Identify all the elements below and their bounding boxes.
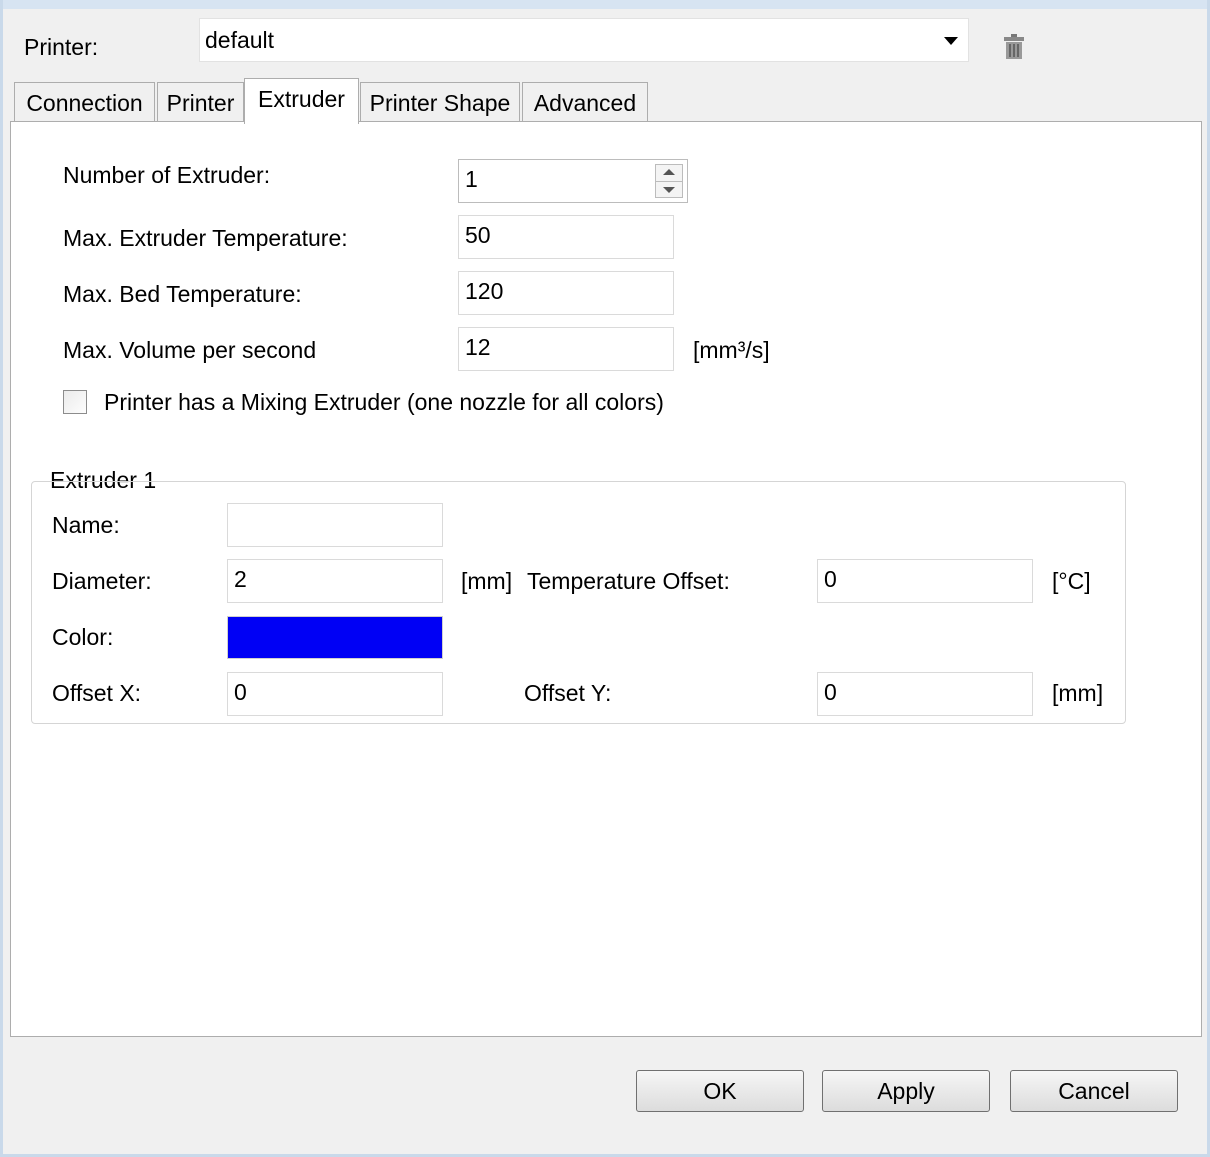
tab-advanced[interactable]: Advanced	[522, 82, 648, 122]
offset-y-label: Offset Y:	[524, 680, 612, 706]
trash-icon[interactable]	[1003, 33, 1025, 61]
max-volume-unit: [mm³/s]	[693, 337, 770, 363]
max-volume-value: 12	[465, 334, 491, 360]
offset-y-value: 0	[824, 679, 837, 705]
diameter-label: Diameter:	[52, 568, 152, 594]
number-of-extruder-stepper[interactable]: 1	[458, 159, 688, 203]
ok-button[interactable]: OK	[636, 1070, 804, 1112]
mixing-extruder-label[interactable]: Printer has a Mixing Extruder (one nozzl…	[104, 389, 664, 416]
max-volume-label: Max. Volume per second	[63, 337, 317, 363]
number-of-extruder-value: 1	[465, 166, 478, 192]
printer-select-value: default	[205, 27, 275, 53]
window-frame-left	[0, 0, 3, 1157]
tab-printer-shape[interactable]: Printer Shape	[360, 82, 520, 122]
max-extruder-temp-label: Max. Extruder Temperature:	[63, 225, 348, 251]
color-swatch-button[interactable]	[227, 616, 443, 659]
offset-x-value: 0	[234, 679, 247, 705]
color-label: Color:	[52, 624, 114, 650]
cancel-button[interactable]: Cancel	[1010, 1070, 1178, 1112]
temperature-offset-unit: [°C]	[1052, 568, 1091, 594]
max-bed-temp-value: 120	[465, 278, 504, 304]
diameter-value: 2	[234, 566, 247, 592]
number-of-extruder-label: Number of Extruder:	[63, 162, 271, 188]
printer-select[interactable]: default	[199, 18, 969, 62]
offset-x-input[interactable]: 0	[227, 672, 443, 716]
name-label: Name:	[52, 512, 120, 538]
max-extruder-temp-value: 50	[465, 222, 491, 248]
max-bed-temp-label: Max. Bed Temperature:	[63, 281, 302, 307]
diameter-unit: [mm]	[461, 568, 513, 594]
diameter-input[interactable]: 2	[227, 559, 443, 603]
tab-connection[interactable]: Connection	[14, 82, 155, 122]
max-extruder-temp-input[interactable]: 50	[458, 215, 674, 259]
apply-button[interactable]: Apply	[822, 1070, 990, 1112]
temperature-offset-label: Temperature Offset:	[527, 568, 730, 594]
temperature-offset-input[interactable]: 0	[817, 559, 1033, 603]
stepper-buttons[interactable]	[655, 164, 683, 198]
chevron-down-icon	[944, 37, 958, 45]
mixing-extruder-checkbox[interactable]	[63, 390, 87, 414]
offset-x-label: Offset X:	[52, 680, 142, 706]
window-frame-top	[0, 0, 1210, 9]
max-bed-temp-input[interactable]: 120	[458, 271, 674, 315]
tab-extruder[interactable]: Extruder	[244, 78, 359, 124]
max-volume-input[interactable]: 12	[458, 327, 674, 371]
temperature-offset-value: 0	[824, 566, 837, 592]
printer-label: Printer:	[24, 34, 99, 60]
tab-printer[interactable]: Printer	[157, 82, 244, 122]
name-input[interactable]	[227, 503, 443, 547]
offset-y-input[interactable]: 0	[817, 672, 1033, 716]
stepper-up-icon[interactable]	[663, 169, 675, 175]
offset-unit: [mm]	[1052, 680, 1104, 706]
stepper-down-icon[interactable]	[663, 187, 675, 193]
